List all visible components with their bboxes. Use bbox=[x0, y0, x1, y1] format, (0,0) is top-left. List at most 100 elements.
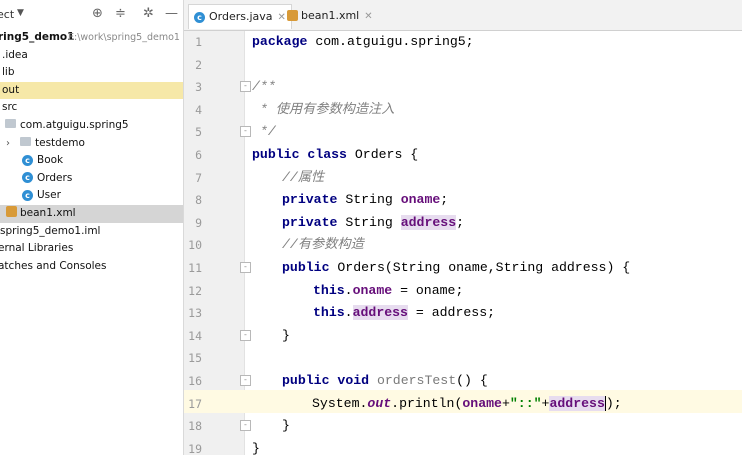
tree-item-lib[interactable]: lib bbox=[0, 64, 183, 82]
close-icon[interactable]: ✕ bbox=[364, 11, 372, 22]
collapse-icon[interactable]: ≑ bbox=[115, 6, 126, 21]
tree-item-src[interactable]: src bbox=[0, 99, 183, 117]
module-path: E:\work\spring5_demo1 bbox=[68, 32, 180, 43]
tab-orders-java[interactable]: c Orders.java ✕ bbox=[188, 4, 292, 29]
tree-item-scratches[interactable]: atches and Consoles bbox=[0, 258, 183, 276]
project-toolbar: ect ▼ ⊕ ≑ ✲ — bbox=[0, 0, 183, 30]
code-line-17: System.out.println(oname+"::"+address); bbox=[312, 393, 622, 416]
field-name: oname bbox=[400, 192, 441, 208]
tree-item-package[interactable]: com.atguigu.spring5 bbox=[0, 117, 183, 135]
code-line-16: public void ordersTest() { bbox=[282, 370, 488, 393]
tree-item-user[interactable]: c User bbox=[0, 187, 183, 205]
class-icon: c bbox=[22, 154, 33, 166]
code-line-14: } bbox=[282, 327, 290, 343]
package-icon bbox=[20, 137, 31, 147]
code-text: com.atguigu.spring5; bbox=[307, 34, 474, 49]
tree-item-label: lib bbox=[2, 66, 15, 79]
keyword: private bbox=[282, 192, 338, 208]
keyword: class bbox=[307, 147, 347, 162]
code-text: . bbox=[344, 282, 353, 298]
project-title[interactable]: ect bbox=[0, 8, 14, 21]
tree-item-label: ring5_demo1 bbox=[0, 31, 75, 43]
keyword: public bbox=[252, 147, 300, 162]
tree-item-label: Book bbox=[37, 154, 64, 167]
keyword: public bbox=[282, 373, 330, 388]
tree-item-label: bean1.xml bbox=[20, 206, 76, 219]
chevron-down-icon[interactable]: ▼ bbox=[17, 8, 24, 18]
code-line-10: //有参数构造 bbox=[282, 237, 364, 253]
line-number: 13 bbox=[188, 306, 202, 321]
tab-bean1-xml[interactable]: bean1.xml ✕ bbox=[282, 4, 378, 28]
code-text: ; bbox=[440, 192, 449, 208]
line-number: 16 bbox=[188, 374, 202, 388]
tree-item-testdemo[interactable]: › testdemo bbox=[0, 135, 183, 153]
gear-icon[interactable]: ✲ bbox=[143, 6, 154, 21]
code-text: Orders { bbox=[346, 147, 419, 162]
line-number: 14 bbox=[188, 328, 202, 343]
code-text: System. bbox=[312, 395, 368, 411]
code-line-8: private String oname; bbox=[282, 189, 448, 212]
line-number: 3 bbox=[195, 80, 202, 95]
keyword: this bbox=[313, 282, 345, 298]
field-name: oname bbox=[352, 282, 393, 298]
chevron-right-icon[interactable]: › bbox=[6, 135, 16, 153]
tree-item-label: spring5_demo1.iml bbox=[0, 224, 101, 237]
line-number: 15 bbox=[188, 351, 202, 366]
tree-item-bean1-xml[interactable]: bean1.xml bbox=[0, 204, 183, 223]
project-panel: ect ▼ ⊕ ≑ ✲ — ring5_demo1 E:\work\spring… bbox=[0, 0, 184, 455]
line-number: 10 bbox=[188, 238, 202, 253]
class-icon: c bbox=[22, 189, 33, 201]
line-number: 17 bbox=[188, 396, 202, 411]
line-number: 2 bbox=[195, 57, 202, 72]
line-number: 1 bbox=[195, 35, 202, 49]
keyword: package bbox=[252, 34, 308, 49]
keyword: public bbox=[282, 260, 330, 275]
static-field: out bbox=[367, 395, 392, 411]
code-line-18: } bbox=[282, 418, 290, 434]
tree-item-label: Orders bbox=[37, 171, 73, 184]
string-literal: "::" bbox=[509, 395, 542, 411]
code-text: String bbox=[337, 192, 401, 208]
keyword: this bbox=[313, 305, 345, 321]
code-line-13: this.address = address; bbox=[313, 302, 495, 325]
line-number: 6 bbox=[195, 148, 202, 162]
tree-item-idea[interactable]: .idea bbox=[0, 47, 183, 65]
field-name: address bbox=[549, 395, 605, 411]
code-line-3: /** bbox=[252, 79, 276, 95]
code-line-7: //属性 bbox=[282, 169, 325, 185]
code-line-12: this.oname = oname; bbox=[313, 280, 463, 303]
tree-item-label: out bbox=[2, 83, 20, 96]
code-line-6: public class Orders { bbox=[252, 144, 418, 167]
code-text: String bbox=[337, 214, 401, 230]
code-text: .println( bbox=[391, 395, 463, 411]
tree-item-iml[interactable]: spring5_demo1.iml bbox=[0, 223, 183, 241]
xml-file-icon bbox=[6, 206, 17, 218]
class-icon: c bbox=[22, 172, 33, 184]
package-icon bbox=[5, 119, 16, 129]
target-icon[interactable]: ⊕ bbox=[92, 6, 103, 21]
keyword: void bbox=[337, 373, 370, 388]
tree-item-module[interactable]: ring5_demo1 E:\work\spring5_demo1 bbox=[0, 29, 183, 47]
editor-tabs: c Orders.java ✕ bean1.xml ✕ bbox=[184, 0, 742, 31]
tree-item-orders[interactable]: c Orders bbox=[0, 170, 183, 188]
code-text: + bbox=[501, 395, 510, 411]
code-line-19: } bbox=[252, 440, 260, 456]
code-line-9: private String address; bbox=[282, 212, 464, 235]
method-name: ordersTest bbox=[376, 373, 457, 388]
field-name: oname bbox=[462, 395, 502, 411]
tree-item-book[interactable]: c Book bbox=[0, 152, 183, 170]
tab-label: bean1.xml bbox=[301, 9, 360, 22]
line-number: 4 bbox=[195, 102, 202, 117]
code-editor[interactable]: package com.atguigu.spring5; /** * 使用有参数… bbox=[245, 31, 742, 456]
code-line-4: * 使用有参数构造注入 bbox=[252, 101, 395, 117]
keyword: private bbox=[282, 214, 338, 230]
line-number: 12 bbox=[188, 283, 202, 298]
tree-item-label: .idea bbox=[2, 48, 28, 61]
hide-icon[interactable]: — bbox=[165, 6, 178, 21]
field-name: address bbox=[400, 214, 457, 230]
line-number: 5 bbox=[195, 125, 202, 140]
tree-item-label: User bbox=[37, 189, 61, 202]
tree-item-external-libraries[interactable]: ernal Libraries bbox=[0, 240, 183, 258]
tree-item-out[interactable]: out bbox=[0, 81, 183, 100]
code-line-1: package com.atguigu.spring5; bbox=[252, 31, 474, 54]
